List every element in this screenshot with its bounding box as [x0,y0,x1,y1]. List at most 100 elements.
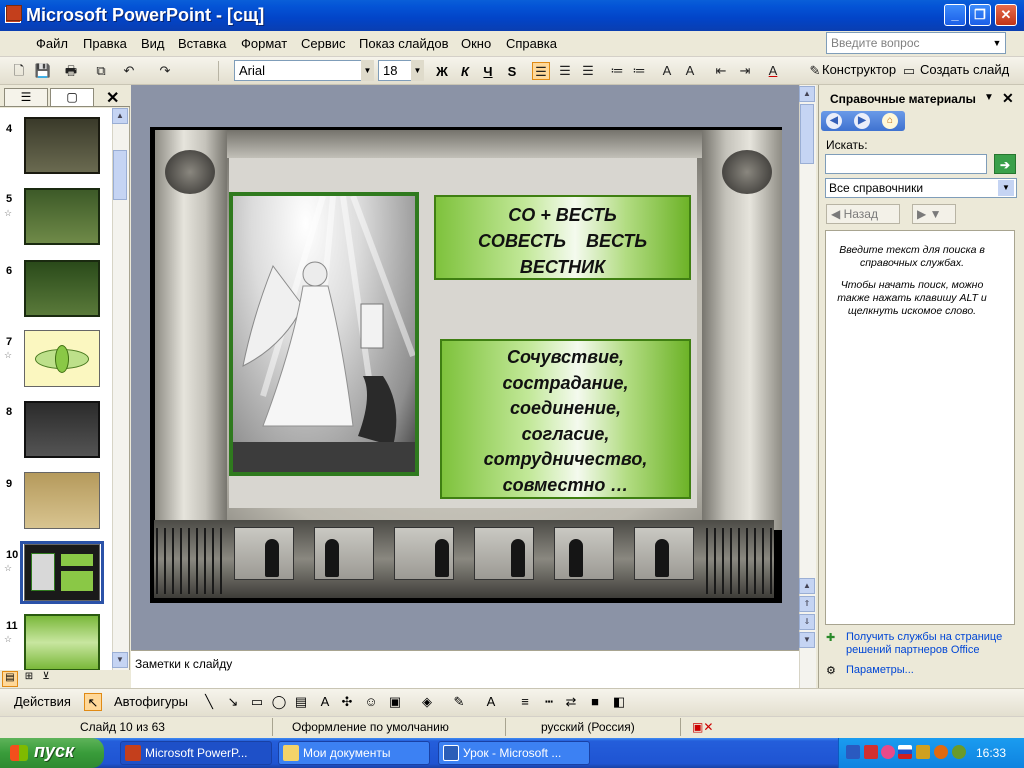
arrow-style-icon[interactable]: ⇄ [562,693,580,711]
slide-sorter-icon[interactable]: ⊞ [21,671,37,687]
title-textbox[interactable]: СО + ВЕСТЬ СОВЕСТЬ ВЕСТЬ ВЕСТНИК [434,195,691,280]
chevron-down-icon[interactable]: ▼ [990,33,1004,53]
taskbar-button[interactable]: Microsoft PowerP... [120,741,272,765]
font-color-icon[interactable]: A [482,693,500,711]
scroll-down-icon[interactable]: ▼ [112,652,128,668]
search-input[interactable] [825,154,987,174]
back-arrow-icon[interactable]: ◀ [826,113,842,129]
wordart-icon[interactable]: A [316,693,334,711]
scroll-thumb[interactable] [800,104,814,164]
line-color-icon[interactable]: ✎ [450,693,468,711]
get-services-link[interactable]: Получить службы на странице решений парт… [846,631,1012,657]
scroll-up-icon[interactable]: ▲ [799,86,815,102]
menu-edit[interactable]: Правка [83,36,127,51]
spelling-status-icon[interactable]: ▣✕ [692,720,713,734]
slide-thumbnail[interactable] [24,401,100,458]
notes-scrollbar[interactable] [799,650,816,688]
task-pane-title[interactable]: Справочные материалы [830,92,976,106]
taskbar-button[interactable]: Мои документы [278,741,430,765]
font-name-select[interactable]: Arial [234,60,374,81]
update-icon[interactable] [934,745,948,759]
arrow-icon[interactable]: ↘ [224,693,242,711]
slideshow-icon[interactable]: ⊻ [38,671,54,687]
scroll-down-icon[interactable]: ▼ [799,632,815,648]
slide-thumbnail[interactable] [24,188,100,245]
new-slide-button[interactable]: Создать слайд [920,62,1009,77]
bold-button[interactable]: Ж [432,62,452,81]
autoshapes-menu[interactable]: Автофигуры [114,694,188,709]
mail-icon[interactable] [881,745,895,759]
clipart-icon[interactable]: ☺ [362,693,380,711]
underline-button[interactable]: Ч [478,62,498,81]
chevron-down-icon[interactable]: ▼ [361,60,374,81]
increase-font-icon[interactable]: A [658,62,676,80]
bulleted-list-icon[interactable]: ≔ [630,62,648,80]
close-button[interactable]: ✕ [995,4,1017,26]
chevron-down-icon[interactable]: ▼ [411,60,424,81]
3d-style-icon[interactable]: ◧ [610,693,628,711]
scroll-thumb[interactable] [113,150,127,200]
slide-thumbnail[interactable] [24,260,100,317]
minimize-button[interactable]: _ [944,4,966,26]
chevron-down-icon[interactable]: ▼ [998,180,1014,196]
next-slide-icon[interactable]: ⇓ [799,614,815,630]
shadow-button[interactable]: S [502,62,522,81]
home-icon[interactable]: ⌂ [882,113,898,129]
textbox-icon[interactable]: ▤ [292,693,310,711]
italic-button[interactable]: К [455,62,475,81]
slide-thumbnail[interactable] [24,544,100,601]
select-pointer-icon[interactable]: ↖ [84,693,102,711]
forward-button[interactable]: ▶ ▼ [912,204,956,224]
chevron-down-icon[interactable]: ▼ [984,92,994,103]
align-right-icon[interactable]: ☰ [579,62,597,80]
forward-arrow-icon[interactable]: ▶ [854,113,870,129]
shadow-style-icon[interactable]: ■ [586,693,604,711]
align-left-icon[interactable]: ☰ [532,62,550,80]
dash-style-icon[interactable]: ┅ [540,693,558,711]
words-textbox[interactable]: Сочувствие, сострадание, соединение, сог… [440,339,691,499]
designer-button[interactable]: Конструктор [822,62,896,77]
slide-thumbnail[interactable] [24,472,100,529]
language-status[interactable]: русский (Россия) [541,720,635,734]
network-icon[interactable] [846,745,860,759]
new-document-icon[interactable]: 🗋 [10,62,28,80]
close-icon[interactable]: ✕ [106,88,119,108]
slide-thumbnail[interactable] [24,117,100,174]
menu-slideshow[interactable]: Показ слайдов [359,36,449,51]
menu-tools[interactable]: Сервис [301,36,346,51]
print-icon[interactable]: 🖶 [62,62,80,80]
font-color-icon[interactable]: A [764,62,782,80]
align-center-icon[interactable]: ☰ [556,62,574,80]
reference-scope-select[interactable]: Все справочники [825,178,1017,198]
line-style-icon[interactable]: ≡ [516,693,534,711]
undo-icon[interactable]: ↶ [120,62,138,80]
tab-slides[interactable]: ▢ [50,88,94,107]
decrease-font-icon[interactable]: A [681,62,699,80]
scroll-down-icon[interactable]: ▲ [799,578,815,594]
close-icon[interactable]: ✕ [1002,90,1014,107]
tab-outline[interactable]: ☰ [4,88,48,107]
help-question-input[interactable]: Введите вопрос [826,32,1006,54]
normal-view-icon[interactable]: ▤ [2,671,18,687]
rectangle-icon[interactable]: ▭ [248,693,266,711]
angel-illustration[interactable] [233,196,415,472]
notes-placeholder[interactable]: Заметки к слайду [135,657,232,671]
oval-icon[interactable]: ◯ [270,693,288,711]
tray-app-icon[interactable] [916,745,930,759]
volume-icon[interactable] [952,745,966,759]
numbered-list-icon[interactable]: ≔ [608,62,626,80]
redo-icon[interactable]: ↷ [156,62,174,80]
picture-icon[interactable]: ▣ [386,693,404,711]
menu-help[interactable]: Справка [506,36,557,51]
back-button[interactable]: ◀ Назад [826,204,900,224]
menu-insert[interactable]: Вставка [178,36,226,51]
slide-scrollbar[interactable] [799,85,816,650]
fill-color-icon[interactable]: ◈ [418,693,436,711]
increase-indent-icon[interactable]: ⇥ [736,62,754,80]
maximize-button[interactable]: ❐ [969,4,991,26]
previous-slide-icon[interactable]: ⇑ [799,596,815,612]
copy-icon[interactable]: ⧉ [92,62,110,80]
save-icon[interactable]: 💾 [34,62,52,80]
menu-window[interactable]: Окно [461,36,491,51]
slide-thumbnail[interactable] [24,614,100,671]
